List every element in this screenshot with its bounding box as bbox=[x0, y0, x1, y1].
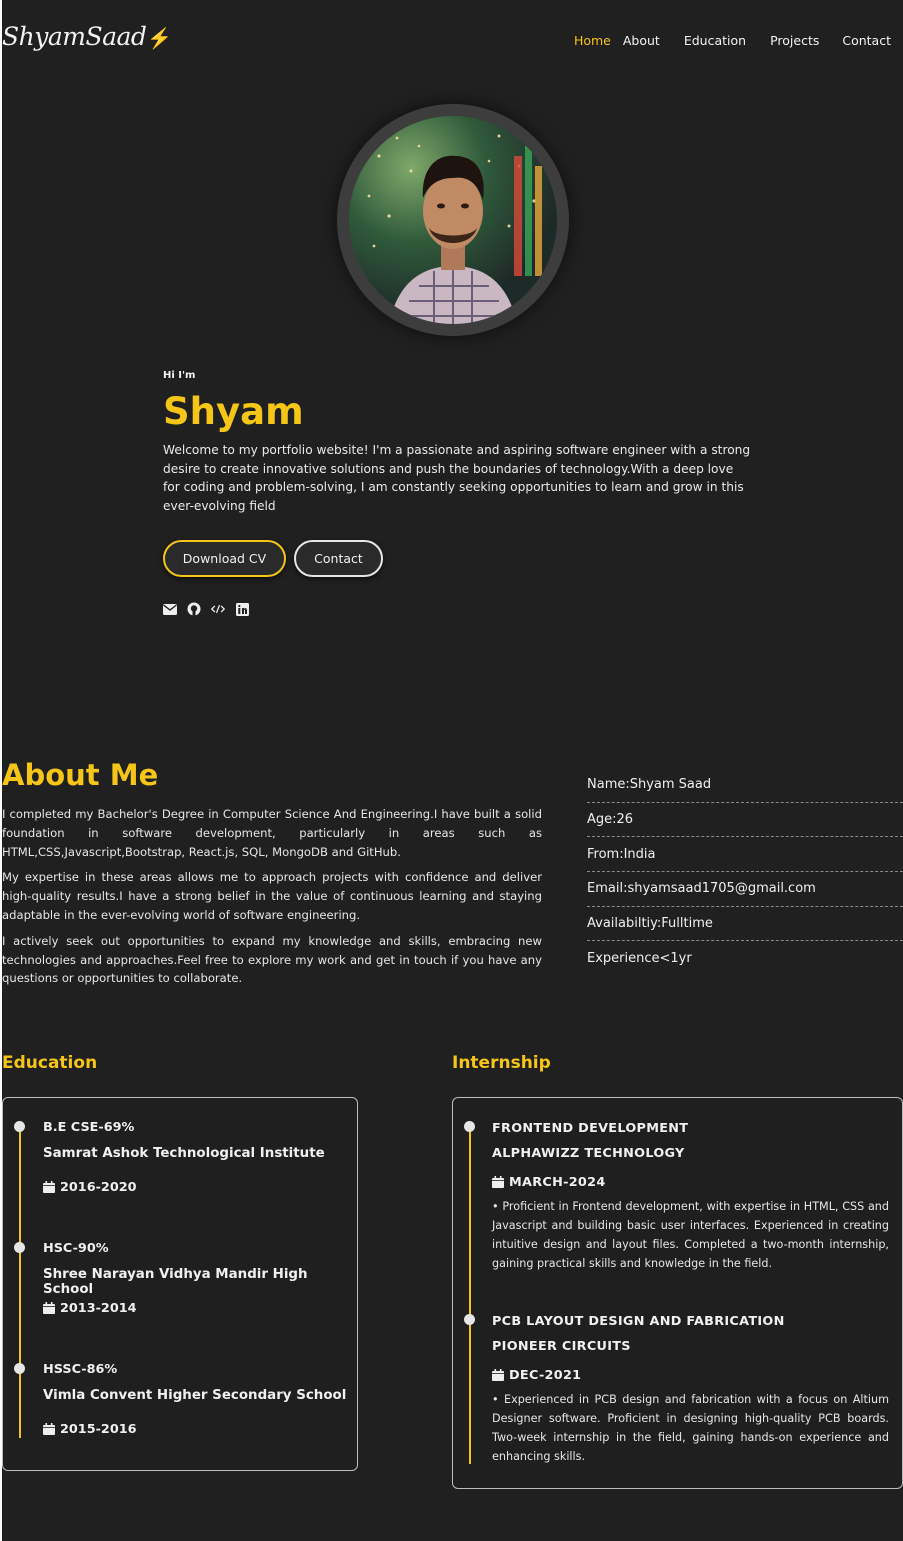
about-paragraph: I completed my Bachelor's Degree in Comp… bbox=[2, 807, 542, 859]
calendar-icon bbox=[492, 1369, 504, 1382]
education-card: B.E CSE-69% Samrat Ashok Technological I… bbox=[2, 1097, 358, 1471]
timeline-dot bbox=[14, 1242, 25, 1253]
personal-info-list: Name:Shyam Saad Age:26 From:India Email:… bbox=[587, 768, 903, 976]
github-icon[interactable] bbox=[187, 602, 201, 616]
nav-item-about[interactable]: About bbox=[623, 33, 660, 48]
social-links bbox=[163, 602, 249, 616]
hero-intro: Welcome to my portfolio website! I'm a p… bbox=[163, 443, 751, 513]
nav-item-projects[interactable]: Projects bbox=[770, 33, 819, 48]
about-paragraph: My expertise in these areas allows me to… bbox=[2, 870, 542, 922]
code-icon[interactable] bbox=[211, 602, 225, 616]
nav-item-home[interactable]: Home bbox=[574, 33, 611, 48]
education-school: Shree Narayan Vidhya Mandir High School bbox=[43, 1267, 308, 1297]
timeline-dot bbox=[464, 1121, 475, 1132]
education-school: Vimla Convent Higher Secondary School bbox=[43, 1388, 347, 1403]
hero-greeting: Hi I'm bbox=[163, 370, 196, 381]
internship-item: PCB LAYOUT DESIGN AND FABRICATION PIONEE… bbox=[492, 1314, 889, 1467]
about-paragraph: I actively seek out opportunities to exp… bbox=[2, 933, 542, 986]
internship-role: FRONTEND DEVELOPMENT bbox=[492, 1121, 689, 1136]
info-name: Name:Shyam Saad bbox=[587, 768, 903, 803]
education-item: HSSC-86% Vimla Convent Higher Secondary … bbox=[43, 1362, 346, 1442]
calendar-icon bbox=[43, 1423, 55, 1435]
timeline-line bbox=[469, 1126, 471, 1464]
main-nav: Home About Education Projects Contact bbox=[574, 33, 891, 48]
education-degree: HSC-90% bbox=[43, 1241, 109, 1256]
bolt-icon: ⚡ bbox=[147, 26, 172, 50]
internship-description: • Experienced in PCB design and fabricat… bbox=[492, 1392, 889, 1464]
internship-company: ALPHAWIZZ TECHNOLOGY bbox=[492, 1145, 685, 1161]
linkedin-icon[interactable] bbox=[235, 602, 249, 616]
internship-date: DEC-2021 bbox=[509, 1367, 582, 1383]
hero-name: Shyam bbox=[163, 390, 304, 433]
timeline-dot bbox=[14, 1121, 25, 1132]
calendar-icon bbox=[43, 1302, 55, 1314]
about-title: About Me bbox=[2, 758, 159, 792]
logo-text: ShyamSaad bbox=[2, 22, 147, 51]
timeline-line bbox=[19, 1126, 21, 1438]
about-body: I completed my Bachelor's Degree in Comp… bbox=[2, 805, 542, 995]
info-email: Email:shyamsaad1705@gmail.com bbox=[587, 872, 903, 907]
internship-title: Internship bbox=[452, 1053, 551, 1073]
internship-date: MARCH-2024 bbox=[509, 1174, 606, 1190]
education-years: 2013-2014 bbox=[60, 1300, 137, 1316]
education-item: B.E CSE-69% Samrat Ashok Technological I… bbox=[43, 1120, 325, 1200]
education-title: Education bbox=[2, 1053, 98, 1073]
timeline-dot bbox=[464, 1314, 475, 1325]
education-school: Samrat Ashok Technological Institute bbox=[43, 1146, 325, 1161]
internship-role: PCB LAYOUT DESIGN AND FABRICATION bbox=[492, 1314, 785, 1329]
info-from: From:India bbox=[587, 837, 903, 873]
envelope-icon[interactable] bbox=[163, 602, 177, 616]
info-experience: Experience<1yr bbox=[587, 951, 692, 967]
education-years: 2016-2020 bbox=[60, 1179, 137, 1195]
profile-photo-frame bbox=[337, 104, 569, 336]
profile-photo bbox=[349, 116, 557, 324]
nav-item-contact[interactable]: Contact bbox=[842, 33, 891, 48]
nav-item-education[interactable]: Education bbox=[684, 33, 746, 48]
download-cv-button[interactable]: Download CV bbox=[163, 540, 286, 577]
internship-company: PIONEER CIRCUITS bbox=[492, 1338, 631, 1354]
info-age: Age:26 bbox=[587, 803, 903, 838]
internship-description: • Proficient in Frontend development, wi… bbox=[492, 1199, 889, 1271]
contact-button[interactable]: Contact bbox=[294, 540, 383, 577]
site-logo[interactable]: ShyamSaad⚡ bbox=[2, 22, 172, 51]
internship-item: FRONTEND DEVELOPMENT ALPHAWIZZ TECHNOLOG… bbox=[492, 1121, 889, 1274]
education-item: HSC-90% Shree Narayan Vidhya Mandir High… bbox=[43, 1241, 357, 1321]
education-degree: HSSC-86% bbox=[43, 1362, 118, 1377]
education-years: 2015-2016 bbox=[60, 1421, 137, 1437]
calendar-icon bbox=[43, 1181, 55, 1193]
education-degree: B.E CSE-69% bbox=[43, 1120, 135, 1135]
calendar-icon bbox=[492, 1176, 504, 1189]
timeline-dot bbox=[14, 1363, 25, 1374]
page: ShyamSaad⚡ Home About Education Projects… bbox=[2, 0, 903, 1541]
info-availability: Availabiltiy:Fulltime bbox=[587, 907, 903, 942]
